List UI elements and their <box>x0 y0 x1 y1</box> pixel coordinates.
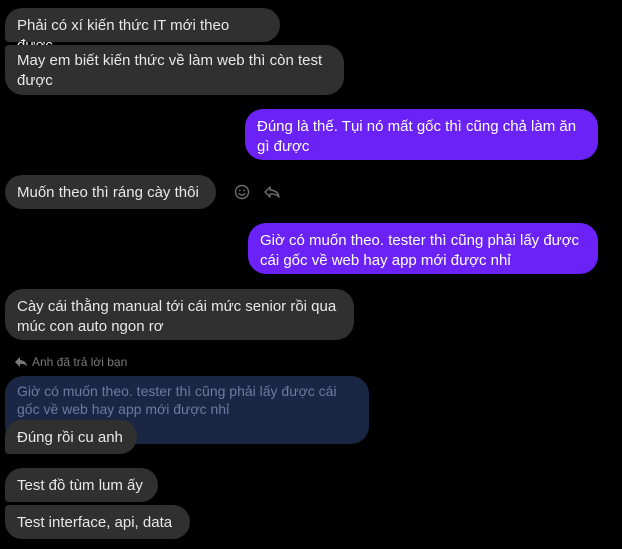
message-text: May em biết kiến thức về làm web thì còn… <box>17 52 323 89</box>
quoted-text: Giờ có muốn theo. tester thì cũng phải l… <box>17 383 337 417</box>
message-text: Test interface, api, data <box>17 514 173 531</box>
message-text: Cày cái thằng manual tới cái mức senior … <box>17 298 337 335</box>
reply-arrow-icon <box>15 357 27 367</box>
message-text: Đúng rồi cu anh <box>17 429 123 446</box>
message-bubble-incoming[interactable]: May em biết kiến thức về làm web thì còn… <box>5 45 344 95</box>
message-bubble-incoming[interactable]: Muốn theo thì ráng cày thôi <box>5 175 216 209</box>
message-text: Test đồ tùm lum ấy <box>17 477 143 494</box>
reply-icon <box>264 186 280 198</box>
message-bubble-incoming[interactable]: Test interface, api, data <box>5 505 190 539</box>
message-text: Giờ có muốn theo. tester thì cũng phải l… <box>260 232 580 269</box>
message-bubble-incoming[interactable]: Đúng rồi cu anh <box>5 420 137 454</box>
message-bubble-incoming[interactable]: Test đồ tùm lum ấy <box>5 468 158 502</box>
message-bubble-outgoing[interactable]: Đúng là thế. Tụi nó mất gốc thì cũng chả… <box>245 109 598 160</box>
message-actions <box>232 181 282 203</box>
message-text: Muốn theo thì ráng cày thôi <box>17 184 199 201</box>
emoji-react-icon <box>234 184 250 200</box>
message-text: Đúng là thế. Tụi nó mất gốc thì cũng chả… <box>257 118 577 155</box>
message-bubble-incoming[interactable]: Cày cái thằng manual tới cái mức senior … <box>5 289 354 340</box>
reply-header: Anh đã trả lời bạn <box>14 355 127 369</box>
emoji-react-button[interactable] <box>232 182 252 202</box>
reply-button[interactable] <box>262 182 282 202</box>
message-bubble-outgoing[interactable]: Giờ có muốn theo. tester thì cũng phải l… <box>248 223 598 274</box>
message-bubble-incoming[interactable]: Phải có xí kiến thức IT mới theo được <box>5 8 280 54</box>
reply-header-text: Anh đã trả lời bạn <box>32 355 128 369</box>
